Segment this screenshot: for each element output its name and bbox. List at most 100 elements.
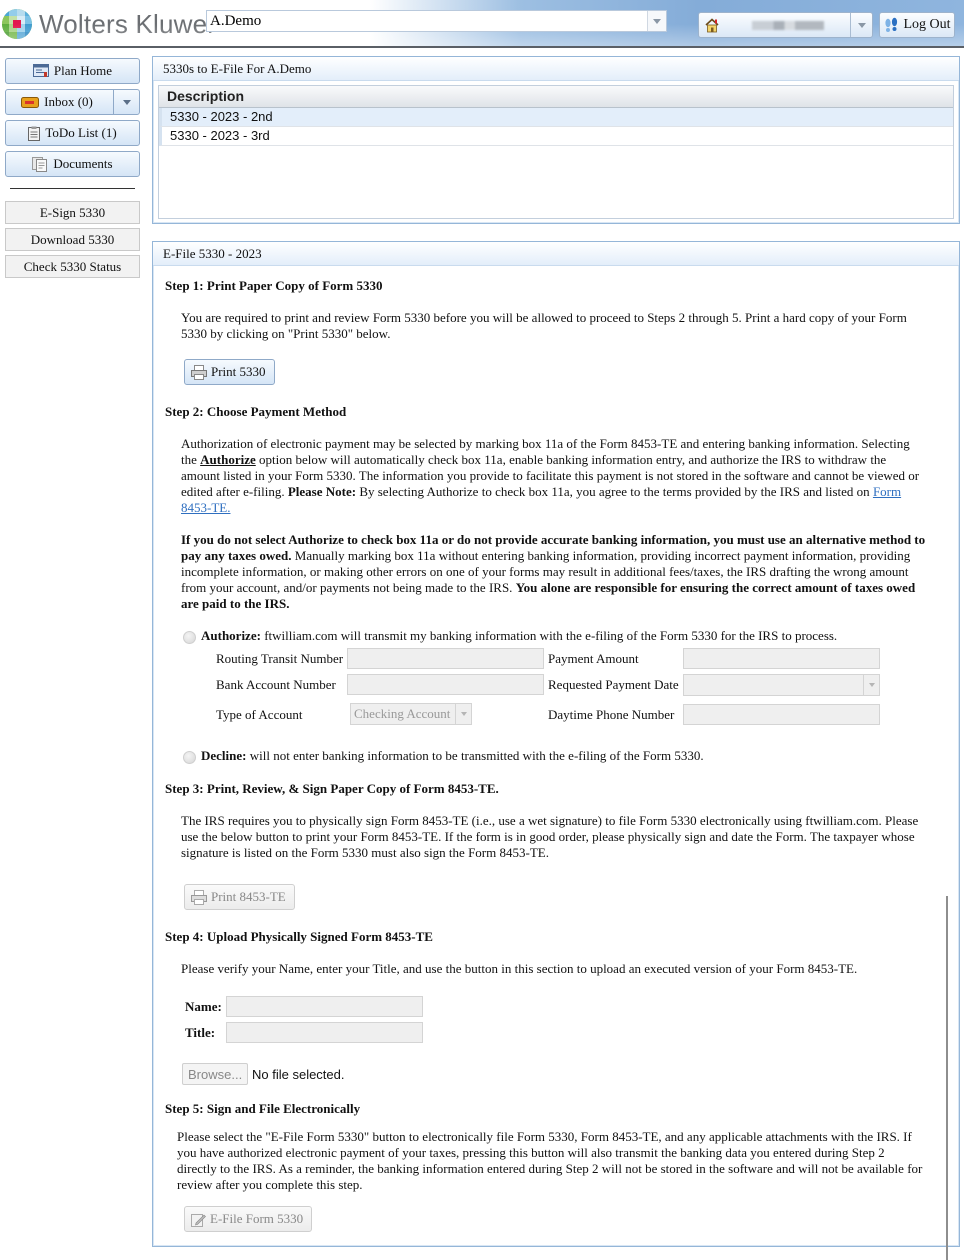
- brand-logo[interactable]: Wolters Kluwer: [0, 6, 216, 42]
- edit-icon: [191, 1213, 206, 1227]
- authorize-radio[interactable]: [183, 631, 196, 644]
- daytime-phone-input[interactable]: [683, 704, 880, 725]
- todo-list-button[interactable]: ToDo List (1): [5, 120, 140, 146]
- decline-label: Decline:: [201, 748, 247, 763]
- routing-number-input[interactable]: [347, 648, 544, 669]
- app-header: Wolters Kluwer A.Demo Log Out: [0, 0, 964, 48]
- name-label: Name:: [185, 999, 222, 1014]
- efile-form-5330-button[interactable]: E-File Form 5330: [184, 1206, 313, 1232]
- step4-title: Step 4: Upload Physically Signed Form 84…: [165, 929, 433, 944]
- account-type-value: Checking Account: [354, 706, 451, 721]
- inbox-icon: [21, 96, 40, 108]
- decline-radio[interactable]: [183, 751, 196, 764]
- efile-form-panel-title: E-File 5330 - 2023: [153, 242, 959, 266]
- user-menu[interactable]: [698, 12, 873, 38]
- payment-date-dropdown[interactable]: [863, 675, 879, 695]
- authorize-label: Authorize:: [201, 628, 261, 643]
- step1-text: You are required to print and review For…: [181, 310, 907, 341]
- chevron-down-icon: [857, 22, 866, 28]
- browse-file-button[interactable]: Browse...: [182, 1063, 249, 1085]
- vertical-scrollbar[interactable]: [946, 896, 948, 1260]
- file-status: No file selected.: [252, 1067, 345, 1082]
- efile-form-panel: E-File 5330 - 2023 Step 1: Print Paper C…: [152, 241, 960, 1260]
- plan-home-button[interactable]: Plan Home: [5, 58, 140, 84]
- footprints-icon: [885, 17, 898, 32]
- documents-icon: [32, 156, 48, 172]
- plan-select[interactable]: A.Demo: [206, 10, 667, 32]
- efile-list-grid: Description 5330 - 2023 - 2nd 5330 - 202…: [158, 85, 954, 219]
- inbox-main-button[interactable]: Inbox (0): [6, 90, 108, 114]
- inbox-dropdown-button[interactable]: [113, 90, 139, 114]
- esign-5330-button[interactable]: E-Sign 5330: [5, 201, 140, 224]
- plan-select-value: A.Demo: [210, 12, 262, 29]
- authorize-text: ftwilliam.com will transmit my banking i…: [260, 628, 838, 643]
- decline-text: will not enter banking information to be…: [246, 748, 704, 763]
- payment-amount-input[interactable]: [683, 648, 880, 669]
- documents-button[interactable]: Documents: [5, 151, 140, 177]
- account-type-label: Type of Account: [216, 707, 303, 722]
- inbox-label: Inbox (0): [44, 94, 93, 109]
- printer-icon: [191, 364, 207, 380]
- efile-form-5330-label: E-File Form 5330: [210, 1211, 304, 1226]
- table-row[interactable]: 5330 - 2023 - 2nd: [159, 108, 953, 127]
- authorize-emphasis: Authorize: [200, 452, 256, 467]
- step2-authorization-text: Authorization of electronic payment may …: [181, 436, 927, 516]
- chevron-down-icon: [868, 683, 875, 687]
- authorize-radio-label[interactable]: Authorize: ftwilliam.com will transmit m…: [201, 628, 837, 644]
- table-row[interactable]: 5330 - 2023 - 3rd: [159, 127, 953, 146]
- check-5330-status-button[interactable]: Check 5330 Status: [5, 255, 140, 278]
- name-input[interactable]: [226, 996, 423, 1017]
- print-5330-button[interactable]: Print 5330: [184, 359, 275, 385]
- efile-steps: Step 1: Print Paper Copy of Form 5330 Yo…: [165, 270, 951, 1260]
- printer-icon: [191, 889, 207, 905]
- payment-date-select[interactable]: [683, 674, 880, 696]
- chevron-down-icon: [460, 712, 467, 716]
- decline-radio-label[interactable]: Decline: will not enter banking informat…: [201, 748, 704, 764]
- bank-account-input[interactable]: [347, 674, 544, 695]
- efile-list-panel-title: 5330s to E-File For A.Demo: [153, 57, 959, 81]
- print-5330-label: Print 5330: [211, 364, 266, 379]
- print-8453-te-label: Print 8453-TE: [211, 889, 286, 904]
- daytime-phone-label: Daytime Phone Number: [548, 707, 675, 722]
- chevron-down-icon: [122, 99, 131, 105]
- payment-date-label: Requested Payment Date: [548, 677, 679, 692]
- title-input[interactable]: [226, 1022, 423, 1043]
- step3-title: Step 3: Print, Review, & Sign Paper Copy…: [165, 781, 499, 796]
- step2-title: Step 2: Choose Payment Method: [165, 404, 347, 419]
- user-menu-dropdown-button[interactable]: [850, 13, 872, 37]
- account-type-dropdown[interactable]: [455, 704, 471, 724]
- please-note-label: Please Note:: [287, 484, 357, 499]
- plan-select-dropdown-button[interactable]: [647, 11, 666, 31]
- logout-button[interactable]: Log Out: [879, 12, 955, 38]
- print-8453-te-button[interactable]: Print 8453-TE: [184, 884, 295, 910]
- inbox-button[interactable]: Inbox (0): [5, 89, 140, 115]
- bank-account-label: Bank Account Number: [216, 677, 336, 692]
- efile-list-panel: 5330s to E-File For A.Demo Description 5…: [152, 56, 960, 224]
- payment-amount-label: Payment Amount: [548, 651, 639, 666]
- column-header-description[interactable]: Description: [159, 86, 953, 108]
- routing-number-label: Routing Transit Number: [216, 651, 344, 666]
- plan-home-icon: [32, 64, 49, 77]
- step1-title: Step 1: Print Paper Copy of Form 5330: [165, 278, 383, 293]
- home-icon: [699, 17, 725, 33]
- clipboard-icon: [28, 126, 41, 141]
- title-label: Title:: [185, 1025, 216, 1040]
- sidebar: Plan Home Inbox (0) ToDo List (1) Docume…: [5, 58, 140, 282]
- logout-label: Log Out: [903, 17, 951, 32]
- download-5330-button[interactable]: Download 5330: [5, 228, 140, 251]
- account-type-select[interactable]: Checking Account: [350, 703, 472, 725]
- user-name-redacted: [725, 20, 850, 30]
- sidebar-divider: [10, 188, 135, 189]
- chevron-down-icon: [653, 18, 661, 24]
- step3-text: The IRS requires you to physically sign …: [181, 813, 919, 860]
- wolters-kluwer-logo-icon: [2, 9, 32, 39]
- step2-warning-text: If you do not select Authorize to check …: [181, 532, 927, 612]
- brand-name: Wolters Kluwer: [39, 8, 217, 39]
- step4-text: Please verify your Name, enter your Titl…: [181, 961, 858, 976]
- todo-list-label: ToDo List (1): [45, 125, 117, 140]
- step5-text: Please select the "E-File Form 5330" but…: [177, 1129, 923, 1192]
- plan-home-label: Plan Home: [53, 63, 113, 78]
- step2-text-part: By selecting Authorize to check box 11a,…: [356, 484, 873, 499]
- step5-title: Step 5: Sign and File Electronically: [165, 1101, 361, 1116]
- documents-label: Documents: [53, 156, 113, 171]
